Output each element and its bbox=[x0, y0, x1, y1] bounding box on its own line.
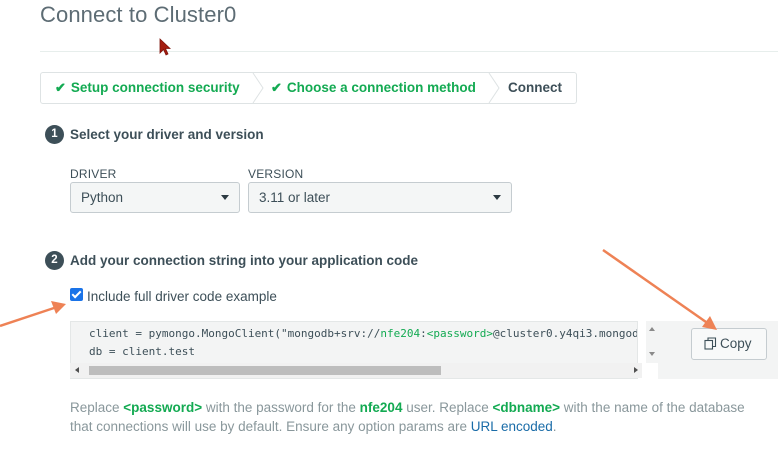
chevron-down-icon bbox=[493, 195, 501, 200]
include-driver-code-checkbox[interactable] bbox=[70, 288, 83, 301]
breadcrumb-label: Setup connection security bbox=[70, 80, 240, 95]
version-select-value: 3.11 or later bbox=[259, 190, 331, 205]
scroll-right-icon[interactable] bbox=[634, 367, 638, 373]
driver-label: DRIVER bbox=[70, 167, 117, 181]
annotation-arrow-icon bbox=[0, 301, 66, 328]
code-vertical-scrollbar[interactable] bbox=[646, 321, 658, 363]
url-encoded-link[interactable]: URL encoded bbox=[471, 419, 553, 434]
mouse-cursor-icon bbox=[159, 38, 172, 56]
chevron-divider-icon bbox=[488, 73, 500, 103]
connection-steps-breadcrumb: ✔ Setup connection security ✔ Choose a con… bbox=[40, 72, 577, 104]
breadcrumb-setup-security[interactable]: ✔ Setup connection security bbox=[55, 73, 240, 103]
step1-heading: Select your driver and version bbox=[70, 127, 264, 142]
code-line-2: db = client.test bbox=[89, 345, 195, 358]
version-select[interactable]: 3.11 or later bbox=[248, 182, 512, 213]
step2-heading: Add your connection string into your app… bbox=[70, 253, 419, 268]
check-icon: ✔ bbox=[55, 80, 66, 95]
include-driver-code-label[interactable]: Include full driver code example bbox=[87, 289, 277, 304]
step-number-badge: 2 bbox=[45, 251, 64, 270]
driver-select-value: Python bbox=[81, 190, 124, 205]
scroll-up-icon[interactable] bbox=[649, 327, 655, 331]
driver-select[interactable]: Python bbox=[70, 182, 240, 213]
connection-help-text: Replace <password> with the password for… bbox=[70, 400, 745, 434]
chevron-down-icon bbox=[221, 195, 229, 200]
check-icon: ✔ bbox=[271, 80, 282, 95]
step-number-badge: 1 bbox=[45, 125, 64, 144]
scrollbar-thumb[interactable] bbox=[89, 366, 441, 375]
copy-icon bbox=[704, 337, 717, 350]
breadcrumb-connect[interactable]: Connect bbox=[508, 73, 562, 103]
copy-button-label: Copy bbox=[720, 336, 752, 351]
scroll-down-icon[interactable] bbox=[649, 352, 655, 356]
breadcrumb-label: Choose a connection method bbox=[286, 80, 476, 95]
title-divider bbox=[40, 51, 778, 52]
code-horizontal-scrollbar[interactable] bbox=[70, 363, 642, 378]
breadcrumb-connection-method[interactable]: ✔ Choose a connection method bbox=[271, 73, 476, 103]
page-title: Connect to Cluster0 bbox=[40, 2, 237, 27]
version-label: VERSION bbox=[248, 167, 304, 181]
annotation-arrows bbox=[0, 248, 717, 330]
annotation-arrow-icon bbox=[602, 248, 717, 330]
scroll-left-icon[interactable] bbox=[75, 367, 79, 373]
code-line-1: client = pymongo.MongoClient("mongodb+sr… bbox=[89, 327, 638, 340]
chevron-divider-icon bbox=[252, 73, 264, 103]
copy-button[interactable]: Copy bbox=[691, 328, 767, 360]
